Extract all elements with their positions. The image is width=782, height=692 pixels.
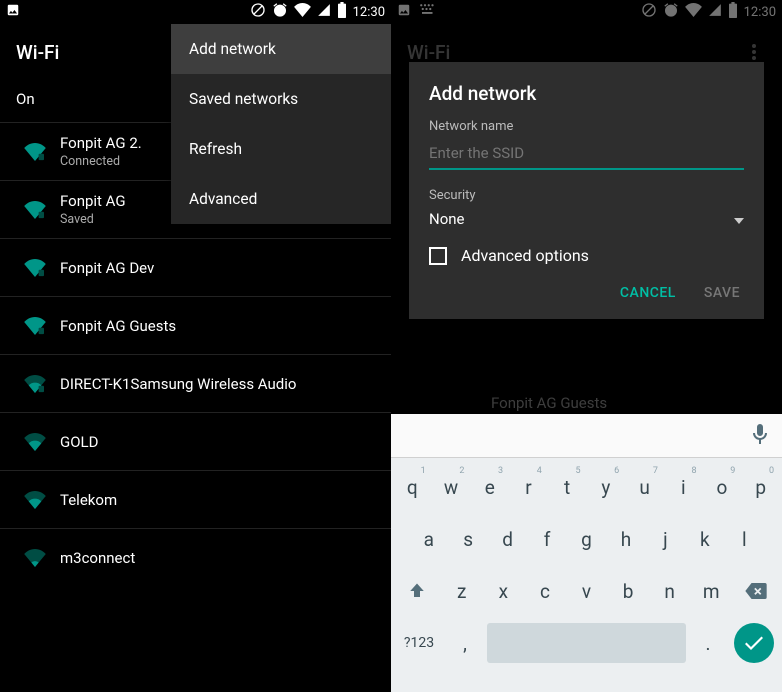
network-name: Fonpit AG Guests xyxy=(60,317,176,335)
key-g[interactable]: g xyxy=(569,516,604,562)
key-row-3: z x c v b n m xyxy=(391,562,782,614)
wifi-icon xyxy=(16,375,54,393)
security-dropdown[interactable]: None xyxy=(429,209,744,228)
key-l[interactable]: l xyxy=(727,516,762,562)
phone-right: 12:30 Wi-Fi Add network Network name Sec… xyxy=(391,0,782,692)
dropdown-icon xyxy=(734,209,744,228)
wifi-icon xyxy=(16,201,54,219)
backspace-key[interactable] xyxy=(734,568,778,614)
status-bar: 12:30 xyxy=(0,0,391,24)
shift-key[interactable] xyxy=(395,568,439,614)
mic-icon[interactable] xyxy=(752,424,768,448)
key-b[interactable]: b xyxy=(609,568,647,614)
key-x[interactable]: x xyxy=(485,568,523,614)
network-row[interactable]: Telekom xyxy=(0,470,391,528)
enter-key[interactable] xyxy=(730,620,778,666)
key-p[interactable]: p0 xyxy=(743,464,778,510)
key-d[interactable]: d xyxy=(490,516,525,562)
network-name: Telekom xyxy=(60,491,117,509)
wifi-icon xyxy=(16,317,54,335)
ssid-input[interactable] xyxy=(429,140,744,170)
key-i[interactable]: i8 xyxy=(666,464,701,510)
alarm-icon xyxy=(272,2,288,22)
add-network-dialog: Add network Network name Security None A… xyxy=(409,62,764,319)
symbols-key[interactable]: ?123 xyxy=(395,620,443,666)
phone-left: 12:30 Wi-Fi Add network Saved networks R… xyxy=(0,0,391,692)
key-n[interactable]: n xyxy=(651,568,689,614)
keyboard: q1 w2 e3 r4 t5 y6 u7 i8 o9 p0 a s d f g … xyxy=(391,414,782,692)
wifi-icon xyxy=(16,143,54,161)
save-button[interactable]: SAVE xyxy=(704,285,740,301)
network-row[interactable]: m3connect xyxy=(0,528,391,586)
key-w[interactable]: w2 xyxy=(434,464,469,510)
key-a[interactable]: a xyxy=(411,516,446,562)
key-j[interactable]: j xyxy=(648,516,683,562)
network-row[interactable]: GOLD xyxy=(0,412,391,470)
status-time: 12:30 xyxy=(353,5,385,20)
wifi-status-icon xyxy=(294,3,311,21)
key-m[interactable]: m xyxy=(692,568,730,614)
network-name: DIRECT-K1Samsung Wireless Audio xyxy=(60,375,296,393)
key-r[interactable]: r4 xyxy=(511,464,546,510)
key-z[interactable]: z xyxy=(443,568,481,614)
key-y[interactable]: y6 xyxy=(589,464,624,510)
key-row-1: q1 w2 e3 r4 t5 y6 u7 i8 o9 p0 xyxy=(391,458,782,510)
network-name: Fonpit AG 2. xyxy=(60,134,142,152)
wifi-icon xyxy=(16,549,54,567)
network-row[interactable]: Fonpit AG Guests xyxy=(0,296,391,354)
key-row-4: ?123 , . xyxy=(391,614,782,672)
no-entry-icon xyxy=(250,2,266,22)
key-t[interactable]: t5 xyxy=(550,464,585,510)
network-sub: Connected xyxy=(60,154,142,169)
spacebar-key[interactable] xyxy=(487,623,686,663)
cancel-button[interactable]: CANCEL xyxy=(620,285,676,301)
menu-add-network[interactable]: Add network xyxy=(171,24,391,74)
wifi-icon xyxy=(16,259,54,277)
check-icon xyxy=(734,623,774,663)
checkbox-icon xyxy=(429,247,447,265)
period-key[interactable]: . xyxy=(690,620,726,666)
key-c[interactable]: c xyxy=(526,568,564,614)
wifi-icon xyxy=(16,491,54,509)
network-name-label: Network name xyxy=(429,119,744,134)
network-row[interactable]: DIRECT-K1Samsung Wireless Audio xyxy=(0,354,391,412)
menu-saved-networks[interactable]: Saved networks xyxy=(171,74,391,124)
key-v[interactable]: v xyxy=(568,568,606,614)
key-o[interactable]: o9 xyxy=(705,464,740,510)
page-title: Wi-Fi xyxy=(16,41,59,64)
advanced-options-label: Advanced options xyxy=(461,246,589,265)
key-u[interactable]: u7 xyxy=(627,464,662,510)
overflow-menu: Add network Saved networks Refresh Advan… xyxy=(171,24,391,224)
wifi-icon xyxy=(16,433,54,451)
key-s[interactable]: s xyxy=(450,516,485,562)
key-h[interactable]: h xyxy=(608,516,643,562)
key-e[interactable]: e3 xyxy=(472,464,507,510)
key-k[interactable]: k xyxy=(687,516,722,562)
menu-refresh[interactable]: Refresh xyxy=(171,124,391,174)
suggestion-bar xyxy=(391,414,782,458)
network-name: Fonpit AG Dev xyxy=(60,259,154,277)
network-name: Fonpit AG xyxy=(60,192,126,210)
battery-icon xyxy=(337,2,347,22)
key-q[interactable]: q1 xyxy=(395,464,430,510)
security-value: None xyxy=(429,210,465,228)
network-row[interactable]: Fonpit AG Dev xyxy=(0,238,391,296)
menu-advanced[interactable]: Advanced xyxy=(171,174,391,224)
advanced-options-checkbox[interactable]: Advanced options xyxy=(429,246,744,265)
comma-key[interactable]: , xyxy=(447,620,483,666)
security-label: Security xyxy=(429,188,744,203)
dialog-title: Add network xyxy=(429,82,744,105)
key-row-2: a s d f g h j k l xyxy=(391,510,782,562)
signal-icon xyxy=(317,3,331,21)
key-f[interactable]: f xyxy=(529,516,564,562)
network-sub: Saved xyxy=(60,212,126,227)
network-name: m3connect xyxy=(60,549,135,567)
image-icon xyxy=(6,3,20,21)
network-name: GOLD xyxy=(60,433,98,451)
